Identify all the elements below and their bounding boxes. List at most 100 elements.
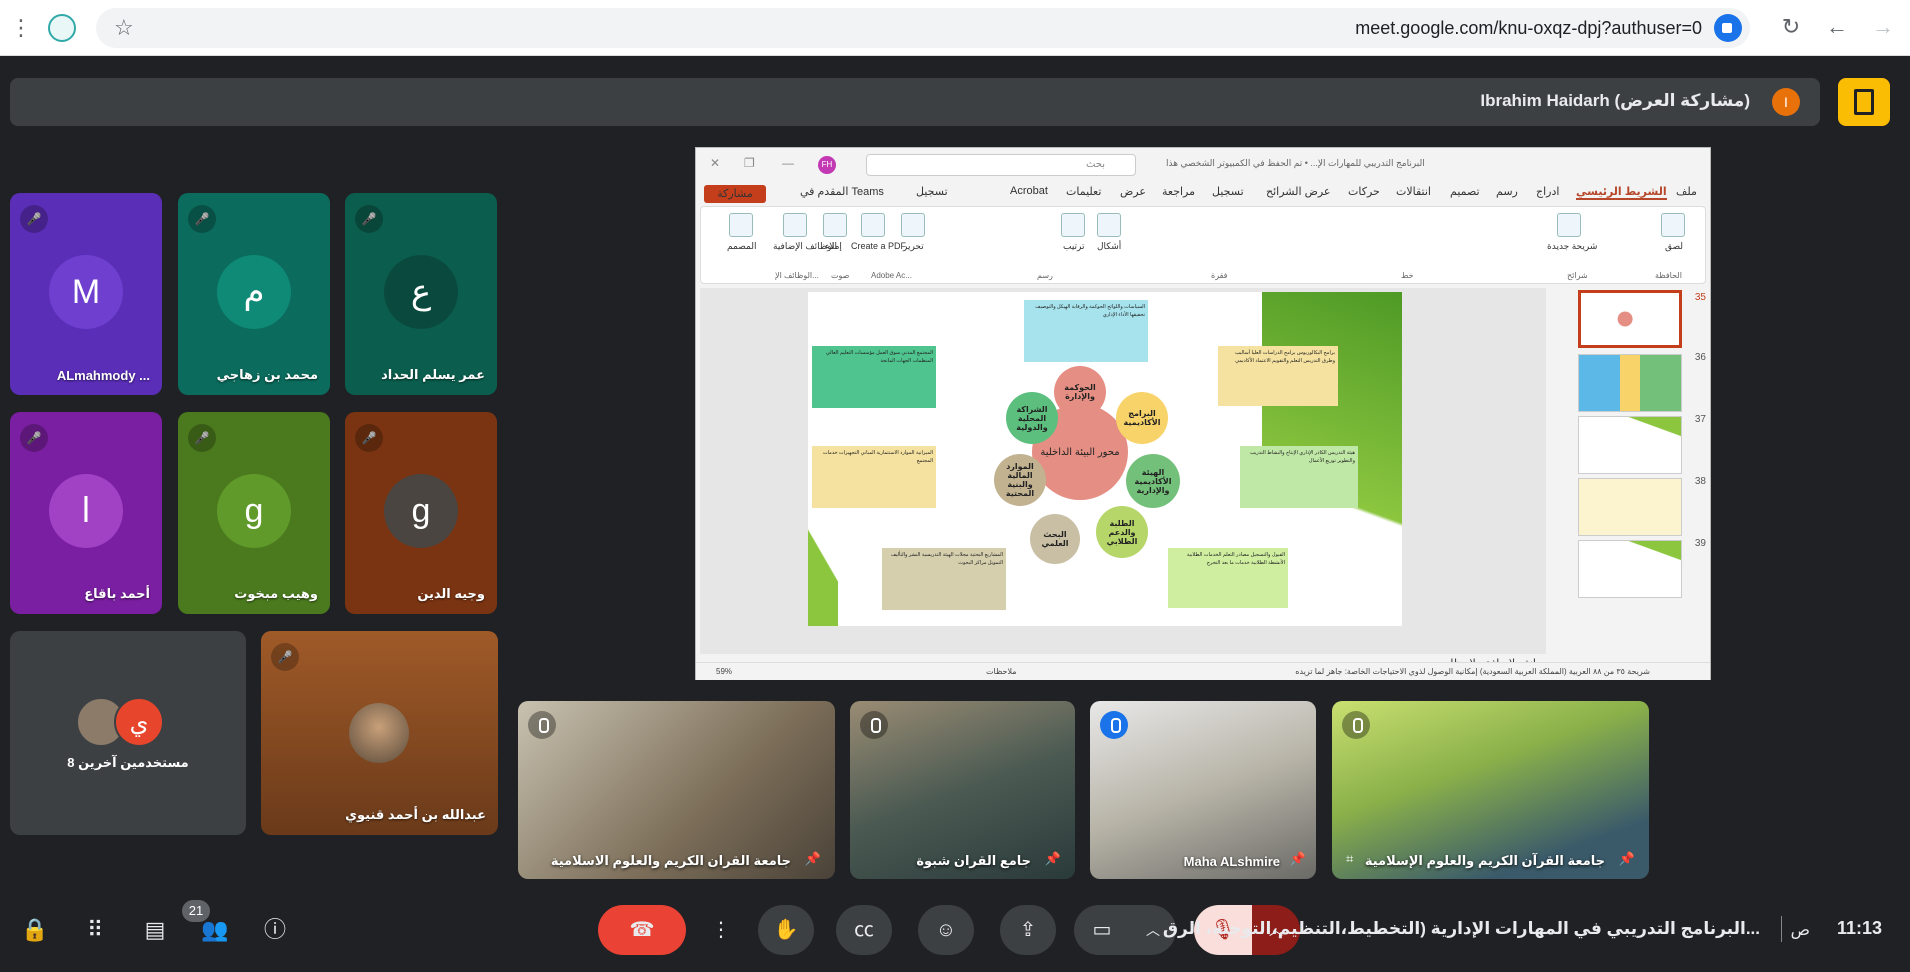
ribbon-group-label: الحافظة xyxy=(1655,271,1682,280)
ppt-search-input[interactable]: بحث xyxy=(866,154,1136,176)
avatar: م xyxy=(217,255,291,329)
crop-icon[interactable]: ⌗ xyxy=(1346,851,1353,867)
url-text[interactable]: meet.google.com/knu-oxqz-dpj?authuser=0 xyxy=(1355,18,1702,38)
participant-tile[interactable]: M ALmahmody ... xyxy=(10,193,162,395)
pin-icon[interactable]: 📌 xyxy=(1290,851,1306,867)
captions-button[interactable]: ㏄ xyxy=(836,905,892,955)
slide-thumbnail[interactable] xyxy=(1578,540,1682,598)
tab-animations[interactable]: حركات xyxy=(1348,185,1380,198)
pin-icon[interactable]: 📌 xyxy=(1045,851,1061,867)
participant-tile[interactable]: ع عمر يسلم الحداد xyxy=(345,193,497,395)
mic-off-icon xyxy=(188,424,216,452)
slide[interactable]: السياسات واللوائح الحوكمة والرقابة الهيك… xyxy=(808,292,1402,626)
tab-slideshow[interactable]: عرض الشرائح xyxy=(1266,185,1331,198)
notes-toggle-button[interactable]: ملاحظات xyxy=(986,667,1017,676)
restore-icon[interactable]: ❐ xyxy=(744,156,755,170)
video-tile[interactable]: Maha ALshmire 📌 xyxy=(1090,701,1316,879)
create-pdf-icon[interactable] xyxy=(861,213,885,237)
participant-tile[interactable]: م محمد بن زهاجي xyxy=(178,193,330,395)
participant-tile[interactable]: g وهيب مبخوت xyxy=(178,412,330,614)
slide-thumbnail[interactable] xyxy=(1578,478,1682,536)
participant-tile[interactable]: عبدالله بن أحمد قنيوي xyxy=(261,631,498,835)
mic-off-icon xyxy=(1342,711,1370,739)
more-options-button[interactable]: ⋮ xyxy=(698,905,744,955)
present-button[interactable]: ⇪ xyxy=(1000,905,1056,955)
tool-label: Create a PDF xyxy=(851,241,907,251)
bookmark-star-icon[interactable]: ☆ xyxy=(114,16,134,40)
video-tile[interactable]: جامعة القران الكريم والعلوم الاسلامية 📌 xyxy=(518,701,835,879)
document-title: البرنامج التدريبي للمهارات الإ... • تم ا… xyxy=(1166,158,1425,168)
pin-icon[interactable]: 📌 xyxy=(805,851,821,867)
avatar: M xyxy=(49,255,123,329)
host-controls-icon[interactable]: 🔒 xyxy=(20,915,50,945)
reactions-button[interactable]: ☺ xyxy=(918,905,974,955)
user-avatar[interactable]: FH xyxy=(818,156,836,174)
node-circle: الحوكمة والإدارة xyxy=(1054,366,1106,418)
tab-help[interactable]: تعليمات xyxy=(1066,185,1101,198)
reload-icon[interactable]: ↻ xyxy=(1776,12,1806,42)
site-favicon-icon[interactable] xyxy=(48,14,76,42)
tab-file[interactable]: ملف xyxy=(1676,185,1697,198)
shared-screen[interactable]: ✕ ❐ — FH بحث البرنامج التدريبي للمهارات … xyxy=(695,147,1711,680)
slide-box: الميزانية الموارد الاستثمارية المباني ال… xyxy=(812,446,936,508)
video-tile[interactable]: جامعة القرآن الكريم والعلوم الإسلامية ⌗ … xyxy=(1332,701,1649,879)
slide-canvas[interactable]: السياسات واللوائح الحوكمة والرقابة الهيك… xyxy=(700,288,1546,654)
participant-tile[interactable]: g وجيه الدين xyxy=(345,412,497,614)
participant-name: Maha ALshmire xyxy=(1183,854,1280,869)
tab-record[interactable]: تسجيل xyxy=(1212,185,1244,198)
participant-tile[interactable]: ا أحمد باقاع xyxy=(10,412,162,614)
back-icon[interactable]: ← xyxy=(1822,12,1852,42)
participant-name: جامعة القران الكريم والعلوم الاسلامية xyxy=(550,853,791,868)
camera-in-use-icon[interactable] xyxy=(1714,14,1742,42)
camera-button[interactable]: ▭ xyxy=(1074,905,1130,955)
slide-thumbnail[interactable] xyxy=(1578,416,1682,474)
tab-transitions[interactable]: انتقالات xyxy=(1396,185,1431,198)
speaking-indicator-icon xyxy=(1100,711,1128,739)
end-call-button[interactable]: ☎ xyxy=(598,905,686,955)
designer-icon[interactable] xyxy=(729,213,753,237)
new-slide-icon[interactable] xyxy=(1557,213,1581,237)
tab-design[interactable]: تصميم xyxy=(1450,185,1480,198)
zoom-level[interactable]: 59% xyxy=(716,667,732,676)
tab-insert[interactable]: ادراج xyxy=(1536,185,1559,198)
shapes-icon[interactable] xyxy=(1097,213,1121,237)
node-circle: البحث العلمي xyxy=(1030,514,1080,564)
video-tile[interactable]: جامع القران شبوة 📌 xyxy=(850,701,1075,879)
edit-icon[interactable] xyxy=(901,213,925,237)
tab-acrobat[interactable]: Acrobat xyxy=(1010,185,1048,197)
slide-thumbnail[interactable] xyxy=(1578,290,1682,348)
paste-icon[interactable] xyxy=(1661,213,1685,237)
ribbon-group-label: فقرة xyxy=(1211,271,1228,280)
chat-icon[interactable]: ▤ xyxy=(140,915,170,945)
node-circle: الهيئة الأكاديمية والإدارية xyxy=(1126,454,1180,508)
tab-view[interactable]: عرض xyxy=(1120,185,1146,198)
tab-review[interactable]: مراجعة xyxy=(1162,185,1195,198)
activities-icon[interactable]: ⠿ xyxy=(80,915,110,945)
thumb-number: 37 xyxy=(1694,414,1706,425)
meeting-info-icon[interactable]: ⓘ xyxy=(260,915,290,945)
address-bar[interactable]: ☆ meet.google.com/knu-oxqz-dpj?authuser=… xyxy=(96,8,1750,48)
close-icon[interactable]: ✕ xyxy=(710,156,720,170)
ppt-share-button[interactable]: مشاركة xyxy=(704,185,766,203)
forward-icon[interactable]: → xyxy=(1868,12,1898,42)
teams-presenter-button[interactable]: المقدم في Teams xyxy=(800,185,884,198)
participant-name: أحمد باقاع xyxy=(84,586,150,601)
ribbon-group-label: الوظائف الإ... xyxy=(775,271,819,280)
tool-label: شريحة جديدة xyxy=(1547,241,1598,251)
ppt-title-bar: ✕ ❐ — FH بحث البرنامج التدريبي للمهارات … xyxy=(696,148,1710,182)
record-button[interactable]: تسجيل xyxy=(916,185,948,198)
raise-hand-button[interactable]: ✋ xyxy=(758,905,814,955)
slide-box: المشاريع البحثية مجلات الهيئة التدريسية … xyxy=(882,548,1006,610)
arrange-icon[interactable] xyxy=(1061,213,1085,237)
tab-home[interactable]: الشريط الرئيسي xyxy=(1576,185,1667,200)
dictate-icon[interactable] xyxy=(823,213,847,237)
tab-draw[interactable]: رسم xyxy=(1496,185,1518,198)
leave-presentation-button[interactable] xyxy=(1838,78,1890,126)
other-participants-tile[interactable]: ي 8 مستخدمين آخرين xyxy=(10,631,246,835)
pin-icon[interactable]: 📌 xyxy=(1619,851,1635,867)
slide-thumbnail[interactable] xyxy=(1578,354,1682,412)
browser-menu-icon[interactable]: ⋮ xyxy=(10,14,32,42)
addins-icon[interactable] xyxy=(783,213,807,237)
node-circle: الشراكة المحلية والدولية xyxy=(1006,392,1058,444)
minimize-icon[interactable]: — xyxy=(782,156,794,170)
